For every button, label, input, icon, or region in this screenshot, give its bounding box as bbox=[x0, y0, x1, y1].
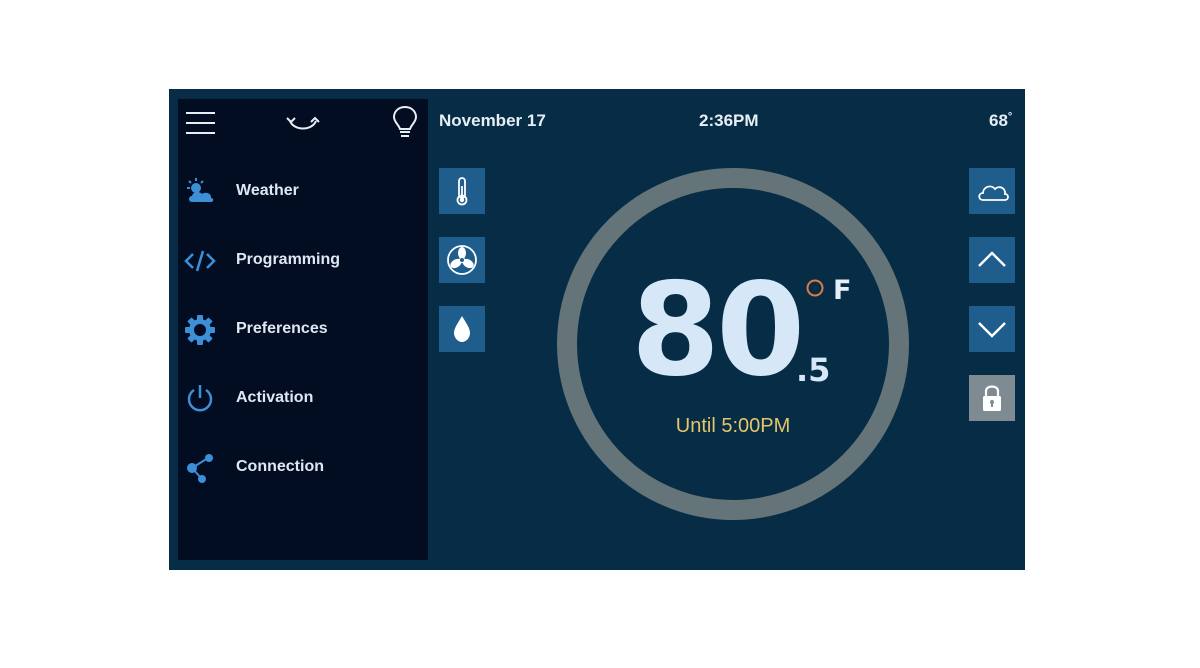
sidebar-item-label: Weather bbox=[236, 182, 299, 199]
outdoor-temp: 68° bbox=[989, 111, 1012, 131]
sidebar-item-programming[interactable]: Programming bbox=[178, 239, 428, 283]
set-temperature-decimal: .5 bbox=[796, 351, 831, 389]
humidity-button[interactable] bbox=[439, 306, 485, 352]
sidebar-item-label: Connection bbox=[236, 458, 324, 475]
mode-swap-icon[interactable] bbox=[286, 111, 320, 135]
sidebar-item-weather[interactable]: Weather bbox=[178, 170, 428, 214]
sidebar-item-activation[interactable]: Activation bbox=[178, 377, 428, 421]
chevron-up-icon bbox=[978, 251, 1006, 267]
temperature-up-button[interactable] bbox=[969, 237, 1015, 283]
date-label: November 17 bbox=[439, 111, 546, 130]
outdoor-temp-value: 68 bbox=[989, 111, 1008, 130]
outdoor-temp-degree: ° bbox=[1007, 111, 1013, 123]
temperature-unit: F bbox=[833, 275, 852, 306]
thermometer-button[interactable] bbox=[439, 168, 485, 214]
chevron-down-icon bbox=[978, 322, 1006, 338]
thermostat-screen: Weather Programming Preferences Activati… bbox=[169, 89, 1025, 570]
code-brackets-icon bbox=[184, 245, 216, 277]
sidebar-item-label: Activation bbox=[236, 389, 314, 406]
sidebar-item-preferences[interactable]: Preferences bbox=[178, 308, 428, 352]
sidebar-item-label: Preferences bbox=[236, 320, 328, 337]
sidebar: Weather Programming Preferences Activati… bbox=[178, 99, 428, 560]
cloud-icon bbox=[978, 185, 1009, 201]
sidebar-item-label: Programming bbox=[236, 251, 341, 268]
sidebar-item-connection[interactable]: Connection bbox=[178, 446, 428, 490]
humidity-drop-icon bbox=[454, 316, 470, 342]
degree-circle-icon bbox=[806, 279, 824, 297]
schedule-until-label: Until 5:00PM bbox=[675, 415, 791, 437]
lock-icon bbox=[983, 385, 1001, 411]
weather-cloud-sun-icon bbox=[184, 176, 216, 208]
fan-icon bbox=[447, 245, 477, 275]
fan-button[interactable] bbox=[439, 237, 485, 283]
thermometer-icon bbox=[456, 177, 468, 206]
lock-button[interactable] bbox=[969, 375, 1015, 421]
power-icon bbox=[184, 383, 216, 415]
weather-button[interactable] bbox=[969, 168, 1015, 214]
lightbulb-icon[interactable] bbox=[392, 105, 418, 139]
share-nodes-icon bbox=[184, 452, 216, 484]
gear-icon bbox=[184, 314, 216, 346]
temperature-down-button[interactable] bbox=[969, 306, 1015, 352]
hamburger-menu-icon[interactable] bbox=[186, 111, 216, 135]
set-temperature: 80 bbox=[631, 256, 805, 405]
time-label: 2:36PM bbox=[699, 111, 759, 130]
